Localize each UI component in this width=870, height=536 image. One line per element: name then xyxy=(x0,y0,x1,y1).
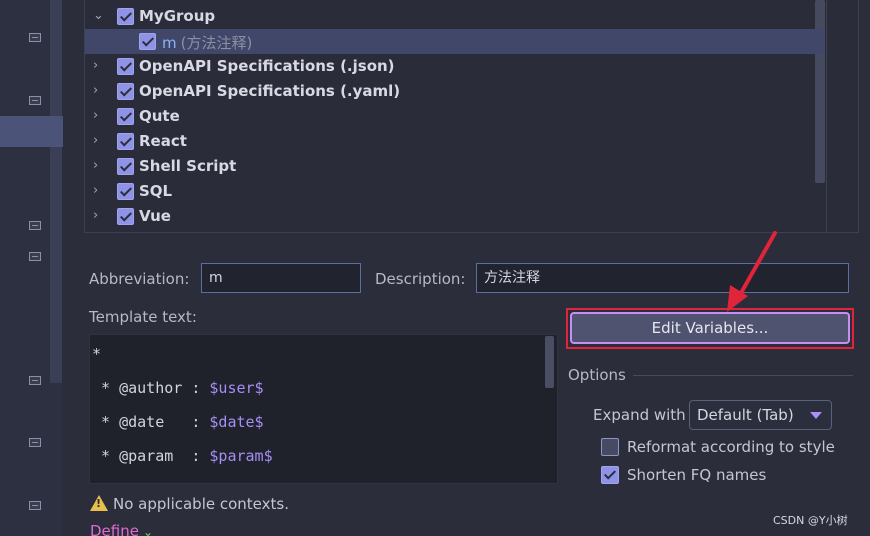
expand-with-value: Default (Tab) xyxy=(697,406,794,424)
template-variable: $date$ xyxy=(209,413,264,431)
sidebar-collapse-icon[interactable] xyxy=(29,501,41,510)
group-label: React xyxy=(139,132,187,150)
group-label: Qute xyxy=(139,107,180,125)
chevron-right-icon[interactable]: › xyxy=(93,134,105,148)
template-label: m (方法注释) xyxy=(162,32,252,53)
tree-group-openapi-json[interactable]: › OpenAPI Specifications (.json) xyxy=(85,54,825,79)
group-label: Shell Script xyxy=(139,157,237,175)
sidebar-collapse-icon[interactable] xyxy=(29,376,41,385)
description-input[interactable]: 方法注释 xyxy=(476,263,849,293)
shorten-fq-label[interactable]: Shorten FQ names xyxy=(627,466,766,484)
watermark: CSDN @Y小树 xyxy=(773,514,848,527)
chevron-right-icon[interactable]: › xyxy=(93,159,105,173)
tree-group-mygroup[interactable]: ⌄ MyGroup xyxy=(85,4,825,29)
group-label: SQL xyxy=(139,182,173,200)
tree-group-shell-script[interactable]: › Shell Script xyxy=(85,154,825,179)
template-text-label: Template text: xyxy=(89,308,197,326)
group-label: MyGroup xyxy=(139,7,216,25)
tree-group-react[interactable]: › React xyxy=(85,129,825,154)
sidebar-collapse-icon[interactable] xyxy=(29,96,41,105)
abbreviation-input[interactable]: m xyxy=(201,263,361,293)
chevron-down-icon[interactable]: ⌄ xyxy=(143,525,153,536)
group-checkbox[interactable] xyxy=(117,8,134,25)
group-checkbox[interactable] xyxy=(117,108,134,125)
define-link[interactable]: Define ⌄ xyxy=(90,522,153,536)
chevron-right-icon[interactable]: › xyxy=(93,184,105,198)
context-warning: No applicable contexts. xyxy=(90,495,289,513)
tree-group-openapi-yaml[interactable]: › OpenAPI Specifications (.yaml) xyxy=(85,79,825,104)
tree-item-m[interactable]: m (方法注释) xyxy=(85,29,825,54)
tree-group-vue[interactable]: › Vue xyxy=(85,204,825,229)
template-checkbox[interactable] xyxy=(139,33,156,50)
group-checkbox[interactable] xyxy=(117,208,134,225)
options-divider xyxy=(633,375,853,376)
template-line: * @date : $date$ xyxy=(92,413,264,431)
expand-with-select[interactable]: Default (Tab) xyxy=(689,400,832,430)
template-text-editor[interactable]: * * @author : $user$ * @date : $date$ * … xyxy=(89,334,558,484)
chevron-right-icon[interactable]: › xyxy=(93,59,105,73)
tree-group-qute[interactable]: › Qute xyxy=(85,104,825,129)
group-label: Vue xyxy=(139,207,171,225)
template-variable: $user$ xyxy=(209,379,264,397)
template-description: (方法注释) xyxy=(180,34,253,52)
expand-with-label: Expand with xyxy=(593,406,686,424)
dropdown-arrow-icon[interactable] xyxy=(810,412,822,419)
warning-icon xyxy=(90,495,108,511)
tree-scroll-divider xyxy=(826,0,827,233)
group-checkbox[interactable] xyxy=(117,83,134,100)
sidebar-scrollbar[interactable] xyxy=(50,0,62,383)
sidebar-collapse-icon[interactable] xyxy=(29,33,41,42)
chevron-down-icon[interactable]: ⌄ xyxy=(93,9,105,23)
template-variable: $param$ xyxy=(209,447,273,465)
description-label: Description: xyxy=(375,270,466,288)
template-line: * @author : $user$ xyxy=(92,379,264,397)
group-label: OpenAPI Specifications (.json) xyxy=(139,57,395,75)
group-checkbox[interactable] xyxy=(117,133,134,150)
reformat-label[interactable]: Reformat according to style xyxy=(627,438,835,456)
template-line: * xyxy=(92,345,102,363)
sidebar-collapse-icon[interactable] xyxy=(29,252,41,261)
sidebar-collapse-icon[interactable] xyxy=(29,438,41,447)
edit-variables-button[interactable]: Edit Variables... xyxy=(570,312,850,344)
abbreviation-label: Abbreviation: xyxy=(89,270,190,288)
sidebar-collapse-icon[interactable] xyxy=(29,221,41,230)
options-title: Options xyxy=(568,366,626,384)
tree-group-sql[interactable]: › SQL xyxy=(85,179,825,204)
group-label: OpenAPI Specifications (.yaml) xyxy=(139,82,401,100)
template-abbreviation: m xyxy=(162,34,177,52)
chevron-right-icon[interactable]: › xyxy=(93,84,105,98)
shorten-fq-checkbox[interactable] xyxy=(601,466,619,484)
group-checkbox[interactable] xyxy=(117,58,134,75)
template-line: * @param : $param$ xyxy=(92,447,273,465)
sidebar-selected-item[interactable] xyxy=(0,116,63,147)
chevron-right-icon[interactable]: › xyxy=(93,209,105,223)
group-checkbox[interactable] xyxy=(117,158,134,175)
template-scrollbar[interactable] xyxy=(545,336,554,388)
group-checkbox[interactable] xyxy=(117,183,134,200)
reformat-checkbox[interactable] xyxy=(601,438,619,456)
chevron-right-icon[interactable]: › xyxy=(93,109,105,123)
